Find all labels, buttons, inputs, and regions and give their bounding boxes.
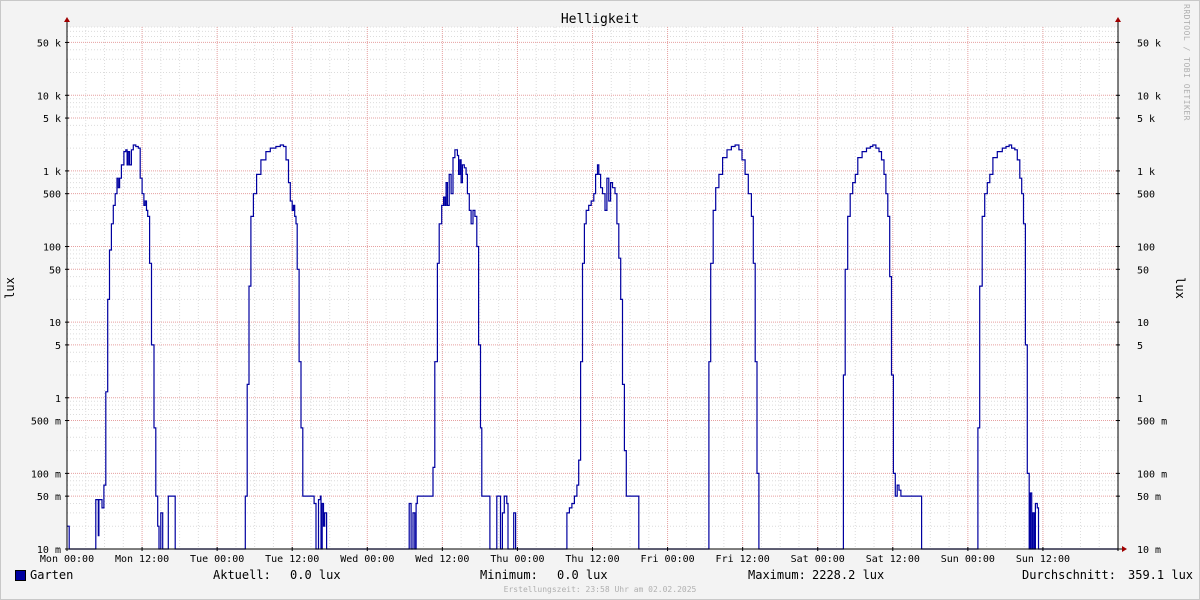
x-tick-label: Sat 12:00 [866,554,920,565]
y-tick-label-left: 1 [55,394,61,405]
y-tick-label-right: 50 m [1137,492,1161,503]
y-tick-label-right: 10 [1137,318,1149,329]
y-axis-arrow-left [64,17,70,22]
stat-current-label: Aktuell: [213,568,271,582]
creation-time-footer: Erstellungszeit: 23:58 Uhr am 02.02.2025 [503,585,697,594]
x-axis-arrow [1122,546,1127,552]
x-tick-label: Thu 00:00 [490,554,544,565]
y-tick-label-right: 1 [1137,394,1143,405]
y-tick-label-right: 50 k [1137,38,1161,49]
y-axis-label-right: lux [1173,277,1187,299]
y-tick-label-left: 50 k [37,38,61,49]
y-tick-label-right: 500 m [1137,417,1167,428]
y-tick-label-left: 100 m [31,469,61,480]
x-tick-label: Sat 00:00 [791,554,845,565]
chart-title: Helligkeit [561,12,639,27]
y-tick-label-left: 50 [49,265,61,276]
y-tick-label-left: 100 [43,243,61,254]
x-tick-label: Fri 12:00 [716,554,770,565]
legend-swatch-garten [15,570,26,581]
y-tick-label-left: 5 k [43,114,61,125]
y-tick-label-left: 10 k [37,91,61,102]
y-tick-label-right: 500 [1137,190,1155,201]
y-tick-label-left: 500 [43,190,61,201]
x-tick-label: Sun 12:00 [1016,554,1070,565]
y-tick-label-right: 5 [1137,341,1143,352]
x-tick-label: Tue 12:00 [265,554,319,565]
x-tick-label: Wed 00:00 [340,554,394,565]
y-tick-label-left: 50 m [37,492,61,503]
y-axis-label-left: lux [3,277,17,299]
y-tick-labels-right: 10 m 50 m 100 m 500 m 1 5 10 50 100 500 1 k 5 k 10 k… [1137,38,1167,556]
x-tick-label: Tue 00:00 [190,554,244,565]
x-tick-label: Wed 12:00 [415,554,469,565]
y-tick-label-right: 100 [1137,243,1155,254]
y-tick-label-right: 1 k [1137,167,1155,178]
y-axis-arrow-right [1115,17,1121,22]
stat-avg-label: Durchschnitt: [1022,568,1116,582]
x-tick-labels: Mon 00:00 Mon 12:00 Tue 00:00 Tue 12:00 Wed … [40,554,1070,565]
x-tick-label: Mon 00:00 [40,554,94,565]
y-tick-label-right: 10 m [1137,545,1161,556]
rrdtool-watermark: RRDTOOL / TOBI OETIKER [1182,4,1191,121]
y-tick-label-left: 500 m [31,417,61,428]
y-tick-label-left: 5 [55,341,61,352]
stat-current-value: 0.0 lux [290,568,341,582]
x-tick-label: Thu 12:00 [565,554,619,565]
legend-label-garten: Garten [30,568,74,582]
x-tick-label: Fri 00:00 [640,554,694,565]
stat-min-value: 0.0 lux [557,568,608,582]
y-tick-label-left: 1 k [43,167,61,178]
stat-max-label: Maximum: [748,568,806,582]
y-tick-label-left: 10 [49,318,61,329]
x-tick-label: Mon 12:00 [115,554,169,565]
y-tick-label-right: 10 k [1137,91,1161,102]
y-tick-label-right: 100 m [1137,469,1167,480]
y-tick-label-right: 50 [1137,265,1149,276]
brightness-chart: 10 m 50 m 100 m 500 m 1 5 10 50 100 500 1 k 5 k 10 k… [3,12,1187,565]
stat-min-label: Minimum: [480,568,538,582]
y-tick-label-right: 5 k [1137,114,1155,125]
x-tick-label: Sun 00:00 [941,554,995,565]
y-tick-labels-left: 10 m50 m100 m500 m1510501005001 k5 k10 k… [31,38,61,556]
stat-max-value: 2228.2 lux [812,568,885,582]
stat-avg-value: 359.1 lux [1128,568,1194,582]
